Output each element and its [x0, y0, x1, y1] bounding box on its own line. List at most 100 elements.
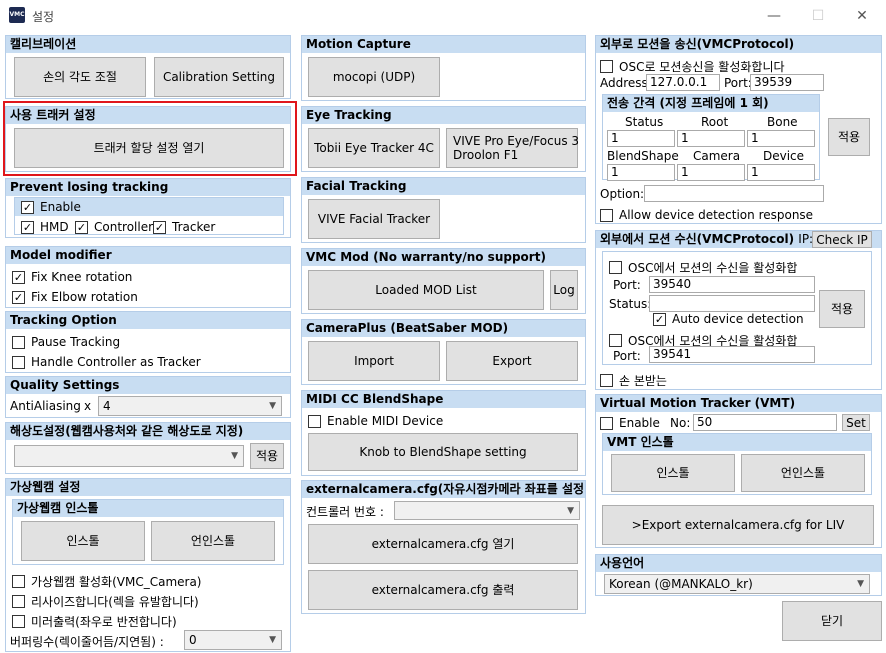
hmd-checkbox[interactable]: ✓ HMD	[21, 220, 69, 234]
interval-group: 전송 간격 (지정 프레임에 1 회) Status Root Bone 1 1…	[602, 94, 820, 181]
bone-label: Bone	[767, 115, 798, 129]
hmd-label: HMD	[40, 220, 69, 234]
bone-input[interactable]: 1	[747, 130, 815, 147]
buffer-label: 버퍼링수(렉이줄어듬/지연됨) :	[10, 635, 164, 649]
vmt-install-group: VMT 인스톨 인스톨 언인스톨	[602, 433, 872, 495]
fix-elbow-checkbox[interactable]: ✓ Fix Elbow rotation	[12, 290, 138, 304]
prevent-title: Prevent losing tracking	[6, 179, 290, 196]
pause-tracking-checkbox[interactable]: Pause Tracking	[12, 335, 120, 349]
buffer-select[interactable]: 0 ▼	[184, 630, 282, 650]
vcam-resize-label: 리사이즈합니다(렉을 유발합니다)	[31, 595, 199, 609]
receive-port-input-2[interactable]: 39541	[649, 346, 815, 363]
vmt-no-input[interactable]: 50	[693, 414, 837, 431]
hand-follow-checkbox[interactable]: 손 본받는	[600, 372, 667, 389]
vcam-enable-checkbox[interactable]: 가상웹캠 활성화(VMC_Camera)	[12, 573, 202, 590]
language-value: Korean (@MANKALO_kr)	[609, 577, 753, 591]
midi-enable-checkbox[interactable]: Enable MIDI Device	[308, 414, 443, 428]
vcam-uninstall-button[interactable]: 언인스톨	[151, 521, 275, 561]
check-icon: ✓	[653, 312, 666, 326]
vcam-install-button[interactable]: 인스톨	[21, 521, 145, 561]
send-port-input[interactable]: 39539	[750, 74, 824, 91]
vive-pro-eye-button[interactable]: VIVE Pro Eye/Focus 3 Droolon F1	[446, 128, 579, 168]
prevent-enable-checkbox[interactable]: ✓ Enable	[21, 200, 81, 214]
send-apply-button[interactable]: 적용	[828, 118, 870, 156]
highlight-box	[3, 101, 297, 176]
osc-receive-label-1: OSC에서 모션의 수신을 활성화합	[628, 261, 798, 275]
vcam-resize-checkbox[interactable]: 리사이즈합니다(렉을 유발합니다)	[12, 593, 199, 610]
address-input[interactable]: 127.0.0.1	[646, 74, 720, 91]
buffer-value: 0	[189, 633, 197, 647]
vive-facial-button[interactable]: VIVE Facial Tracker	[308, 199, 440, 239]
vmt-title: Virtual Motion Tracker (VMT)	[596, 395, 881, 412]
receive-group: OSC에서 모션의 수신을 활성화합 Port: 39540 Status: ✓…	[602, 251, 872, 365]
virtual-webcam-panel: 가상웹캠 설정 가상웹캠 인스톨 인스톨 언인스톨 가상웹캠 활성화(VMC_C…	[5, 478, 291, 652]
mocopi-button[interactable]: mocopi (UDP)	[308, 57, 440, 97]
antialiasing-label: AntiAliasing	[10, 399, 81, 413]
controller-number-select[interactable]: ▼	[394, 501, 580, 520]
knob-blendshape-button[interactable]: Knob to BlendShape setting	[308, 433, 578, 471]
root-label: Root	[701, 115, 729, 129]
maximize-icon[interactable]: ☐	[806, 6, 830, 26]
osc-send-checkbox[interactable]: OSC로 모션송신을 활성화합니다	[600, 58, 785, 75]
osc-send-label: OSC로 모션송신을 활성화합니다	[619, 60, 785, 74]
osc-receive-checkbox-1[interactable]: OSC에서 모션의 수신을 활성화합	[609, 259, 797, 276]
chevron-down-icon: ▼	[857, 579, 864, 589]
receive-status-label: Status:	[609, 297, 652, 311]
status-input[interactable]: 1	[607, 130, 675, 147]
cameraplus-title: CameraPlus (BeatSaber MOD)	[302, 320, 585, 337]
quality-title: Quality Settings	[6, 377, 290, 394]
close-icon[interactable]: ✕	[850, 6, 874, 26]
eye-tracking-panel: Eye Tracking Tobii Eye Tracker 4C VIVE P…	[301, 106, 586, 172]
vmt-set-button[interactable]: Set	[842, 414, 870, 431]
export-liv-button[interactable]: >Export externalcamera.cfg for LIV	[602, 505, 874, 545]
vmt-install-title: VMT 인스톨	[603, 434, 871, 451]
fix-knee-label: Fix Knee rotation	[31, 270, 133, 284]
allow-detection-checkbox[interactable]: Allow device detection response	[600, 208, 813, 222]
send-title: 외부로 모션을 송신(VMCProtocol)	[596, 36, 881, 53]
hand-angle-button[interactable]: 손의 각도 조절	[14, 57, 146, 97]
fix-knee-checkbox[interactable]: ✓ Fix Knee rotation	[12, 270, 132, 284]
language-select[interactable]: Korean (@MANKALO_kr) ▼	[604, 574, 870, 594]
prevent-losing-panel: Prevent losing tracking ✓ Enable ✓ HMD ✓ Co…	[5, 178, 291, 238]
blendshape-input[interactable]: 1	[607, 164, 675, 181]
option-input[interactable]	[644, 185, 824, 202]
extcam-output-button[interactable]: externalcamera.cfg 출력	[308, 570, 578, 610]
vmt-uninstall-button[interactable]: 언인스톨	[741, 454, 865, 492]
receive-apply-button[interactable]: 적용	[819, 290, 865, 328]
export-button[interactable]: Export	[446, 341, 578, 381]
resolution-select[interactable]: ▼	[14, 445, 244, 467]
vcam-title: 가상웹캠 설정	[6, 479, 290, 496]
tracker-label: Tracker	[172, 220, 216, 234]
tracking-option-panel: Tracking Option Pause Tracking Handle Co…	[5, 311, 291, 373]
vmt-install-button[interactable]: 인스톨	[611, 454, 735, 492]
vcam-mirror-checkbox[interactable]: 미러출력(좌우로 반전합니다)	[12, 613, 177, 630]
model-title: Model modifier	[6, 247, 290, 264]
language-title: 사용언어	[596, 555, 881, 572]
controller-checkbox[interactable]: ✓ Controller	[75, 220, 153, 234]
vcam-install-group: 가상웹캠 인스톨 인스톨 언인스톨	[12, 499, 284, 565]
tobii-button[interactable]: Tobii Eye Tracker 4C	[308, 128, 440, 168]
extcam-open-button[interactable]: externalcamera.cfg 열기	[308, 524, 578, 564]
camera-input[interactable]: 1	[677, 164, 745, 181]
receive-port-input-1[interactable]: 39540	[649, 276, 815, 293]
handle-controller-checkbox[interactable]: Handle Controller as Tracker	[12, 355, 201, 369]
antialiasing-select[interactable]: 4 ▼	[98, 396, 282, 416]
minimize-icon[interactable]: —	[762, 6, 786, 26]
loaded-mod-list-button[interactable]: Loaded MOD List	[308, 270, 544, 310]
vmt-enable-checkbox[interactable]: Enable	[600, 416, 660, 430]
tracker-checkbox[interactable]: ✓ Tracker	[153, 220, 215, 234]
vmt-no-label: No:	[670, 416, 691, 430]
close-button[interactable]: 닫기	[782, 601, 882, 641]
auto-detection-checkbox[interactable]: ✓ Auto device detection	[653, 312, 804, 326]
root-input[interactable]: 1	[677, 130, 745, 147]
receive-port-label-2: Port:	[613, 349, 641, 363]
log-button[interactable]: Log	[550, 270, 578, 310]
calibration-setting-button[interactable]: Calibration Setting	[154, 57, 284, 97]
import-button[interactable]: Import	[308, 341, 440, 381]
check-ip-button[interactable]: Check IP	[812, 231, 872, 248]
vive-pro-eye-line2: Droolon F1	[453, 148, 519, 162]
title-bar: VMC 설정 — ☐ ✕	[0, 0, 886, 32]
external-camera-panel: externalcamera.cfg(자유시점카메라 좌표를 설정) 컨트롤러 …	[301, 480, 586, 614]
resolution-apply-button[interactable]: 적용	[250, 443, 284, 469]
device-input[interactable]: 1	[747, 164, 815, 181]
